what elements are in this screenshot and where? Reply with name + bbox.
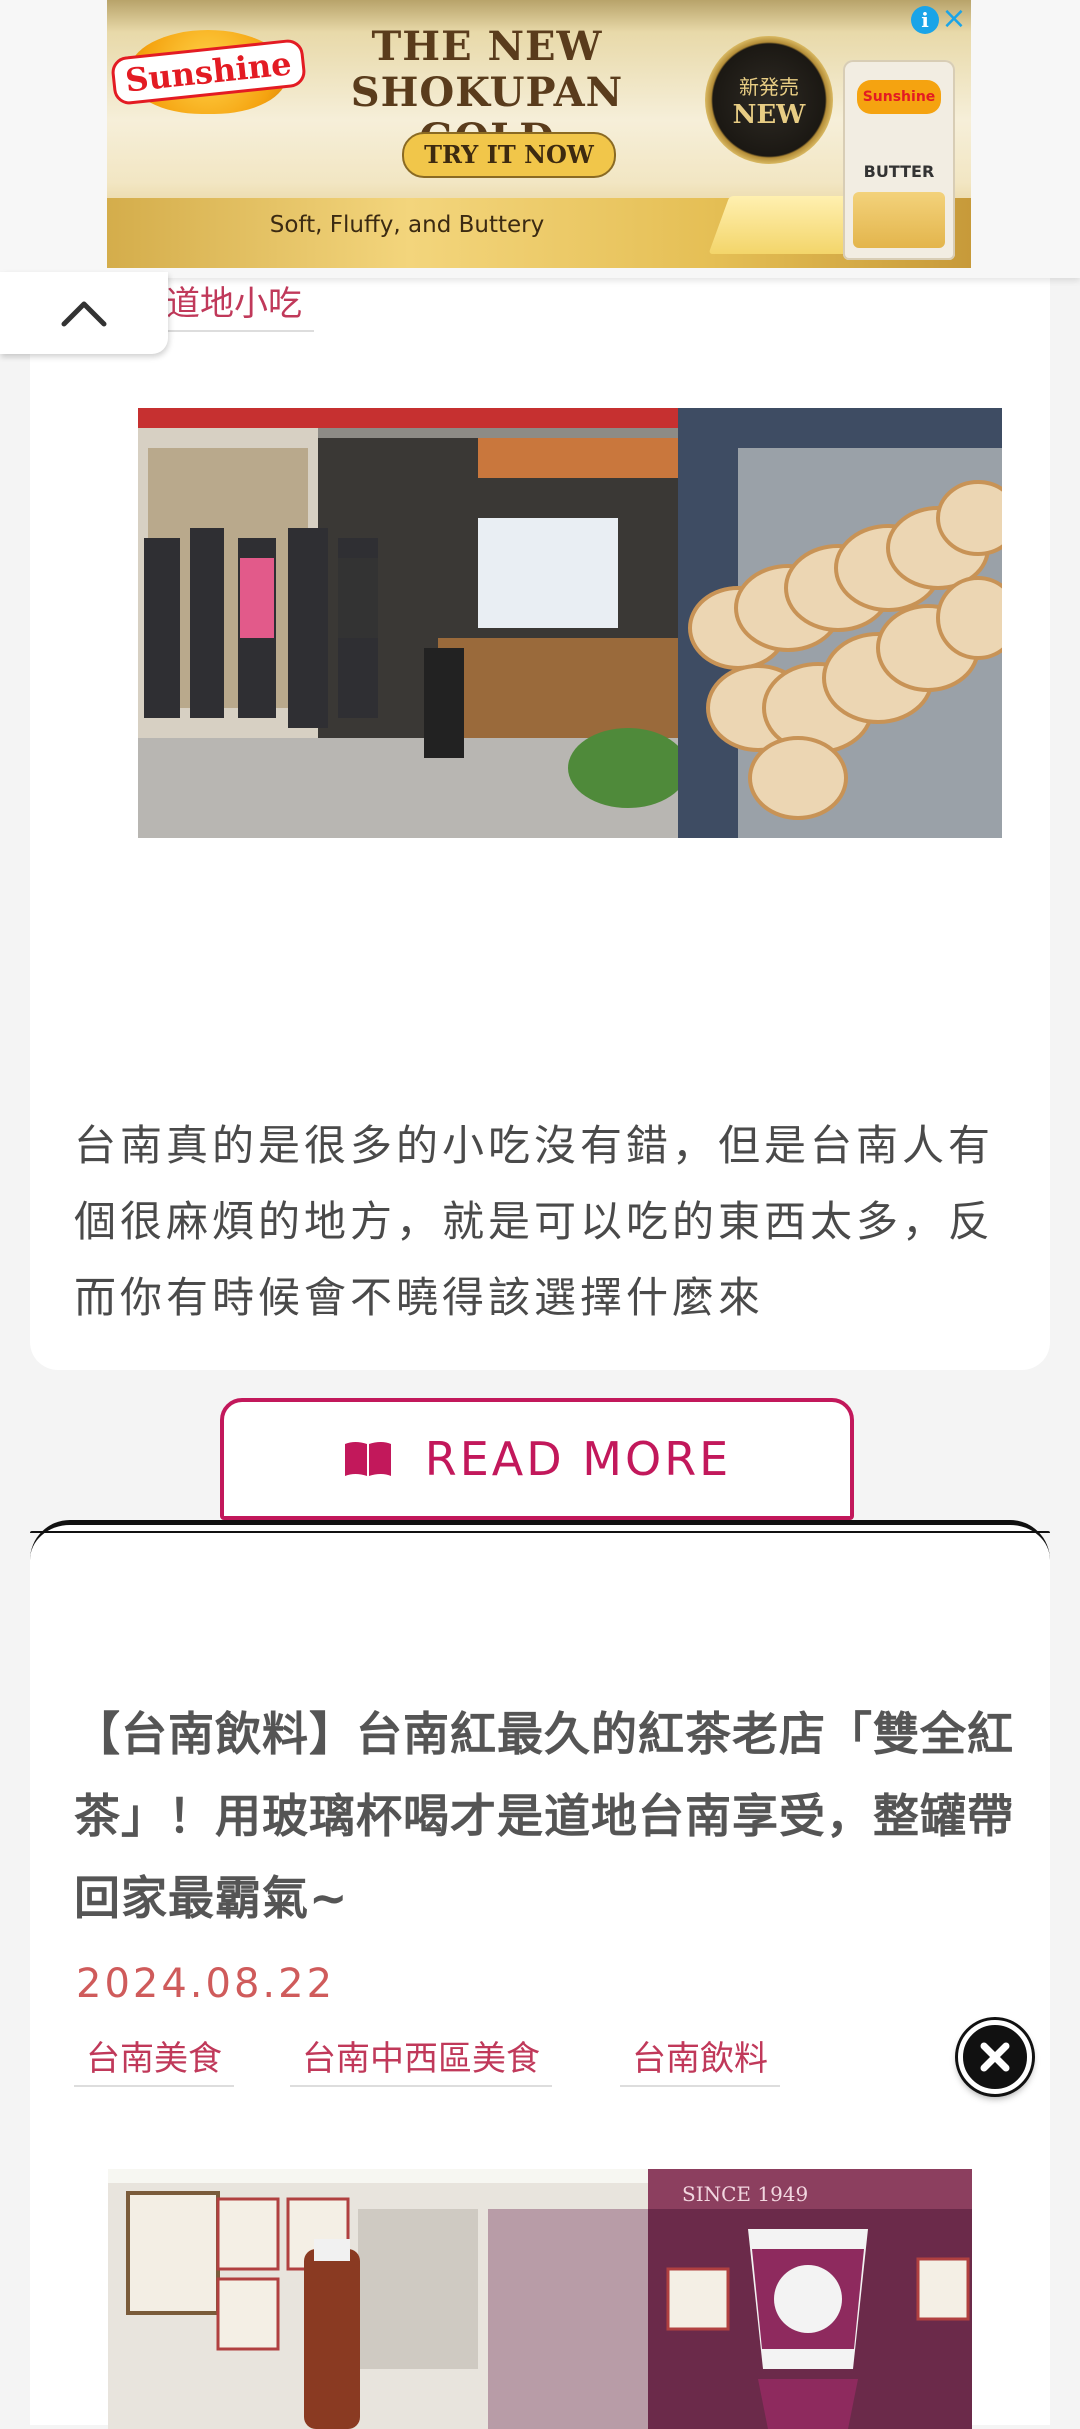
post-image-2[interactable]: SINCE 1949 [108, 2169, 972, 2429]
post-card-1: 道地小吃 台南真的是很多的小吃沒有錯，但是台南人有個很麻煩的地方，就是可以吃的東… [30, 200, 1050, 1520]
close-overlay-button[interactable] [958, 2020, 1032, 2094]
ad-banner[interactable]: Sunshine THE NEW SHOKUPAN GOLD TRY IT NO… [107, 0, 971, 268]
package-label: BUTTER [863, 162, 935, 181]
tag-tainan-food[interactable]: 台南美食 [74, 2039, 234, 2087]
post-image-1[interactable] [138, 408, 1002, 838]
chevron-up-icon [61, 301, 107, 327]
read-more-button[interactable]: READ MORE [220, 1398, 854, 1520]
read-more-label: READ MORE [424, 1432, 732, 1486]
ad-banner-container: Sunshine THE NEW SHOKUPAN GOLD TRY IT NO… [0, 0, 1080, 278]
tea-shop-interior-photo [108, 2169, 648, 2429]
pan-fried-buns-photo [678, 408, 1002, 838]
package-brand: Sunshine [857, 80, 941, 114]
tag-west-central-food[interactable]: 台南中西區美食 [290, 2039, 552, 2087]
new-seal-badge: 新発売 NEW [705, 36, 833, 164]
close-icon [980, 2042, 1010, 2072]
ad-info-icon[interactable]: i [911, 6, 939, 34]
ad-headline-line1: THE NEW [371, 23, 603, 70]
post-title[interactable]: 【台南飲料】台南紅最久的紅茶老店「雙全紅茶」！用玻璃杯喝才是道地台南享受，整罐帶… [74, 1693, 1014, 1939]
post-excerpt: 台南真的是很多的小吃沒有錯，但是台南人有個很麻煩的地方，就是可以吃的東西太多，反… [74, 1121, 995, 1322]
tea-cups-photo: SINCE 1949 [648, 2169, 972, 2429]
book-icon [344, 1442, 391, 1476]
ad-try-it-now-button[interactable]: TRY IT NOW [402, 132, 616, 178]
seal-text: NEW [732, 99, 806, 130]
post-card-2: 【台南飲料】台南紅最久的紅茶老店「雙全紅茶」！用玻璃杯喝才是道地台南享受，整罐帶… [30, 1520, 1050, 2429]
food-stall-photo [138, 408, 678, 838]
category-tag[interactable]: 道地小吃 [154, 284, 314, 332]
sunshine-logo: Sunshine [109, 30, 307, 114]
seal-text-jp: 新発売 [739, 74, 799, 99]
since-1949-sign: SINCE 1949 [682, 2182, 808, 2206]
ad-close-icon[interactable]: × [941, 2, 967, 36]
bread-package-image: Sunshine BUTTER [843, 60, 955, 260]
collapse-ad-tab[interactable] [0, 272, 168, 354]
bread-slice [853, 192, 945, 248]
ad-tagline: Soft, Fluffy, and Buttery [269, 212, 545, 238]
tag-tainan-drinks[interactable]: 台南飲料 [620, 2039, 780, 2087]
post-date: 2024.08.22 [76, 1961, 336, 2007]
